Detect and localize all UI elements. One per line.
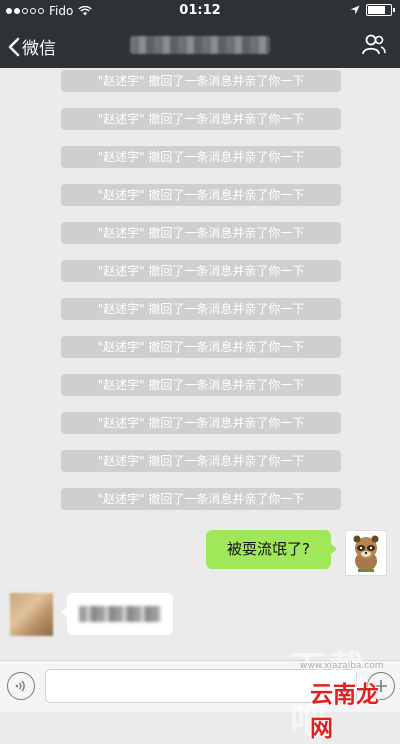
recall-notice: "赵述宇" 撤回了一条消息并亲了你一下 xyxy=(61,412,341,434)
chat-title xyxy=(130,36,270,54)
recall-notice: "赵述宇" 撤回了一条消息并亲了你一下 xyxy=(61,488,341,510)
chat-info-button[interactable] xyxy=(362,34,386,60)
outgoing-message-bubble[interactable]: 被耍流氓了? xyxy=(206,530,337,569)
voice-button[interactable] xyxy=(7,672,35,700)
recall-notice: "赵述宇" 撤回了一条消息并亲了你一下 xyxy=(61,70,341,92)
watermark-url: www.xiazaiba.com xyxy=(300,661,384,671)
people-icon xyxy=(362,34,386,55)
status-bar: Fido 01:12 xyxy=(0,0,400,22)
recall-notice: "赵述宇" 撤回了一条消息并亲了你一下 xyxy=(61,222,341,244)
recall-notice: "赵述宇" 撤回了一条消息并亲了你一下 xyxy=(61,146,341,168)
recall-notice: "赵述宇" 撤回了一条消息并亲了你一下 xyxy=(61,336,341,358)
recall-notice: "赵述宇" 撤回了一条消息并亲了你一下 xyxy=(61,374,341,396)
incoming-message-bubble[interactable] xyxy=(61,593,173,635)
raccoon-sticker-icon xyxy=(353,535,379,572)
recall-notice: "赵述宇" 撤回了一条消息并亲了你一下 xyxy=(61,260,341,282)
watermark-brand: 云南龙网 xyxy=(310,682,379,742)
back-label: 微信 xyxy=(22,39,56,59)
location-arrow-icon xyxy=(350,5,360,15)
recall-notice: "赵述宇" 撤回了一条消息并亲了你一下 xyxy=(61,450,341,472)
nav-bar: 微信 xyxy=(0,22,400,68)
voice-icon xyxy=(15,680,25,692)
chevron-left-icon xyxy=(8,37,20,56)
chat-area[interactable]: "赵述宇" 撤回了一条消息并亲了你一下 "赵述宇" 撤回了一条消息并亲了你一下 … xyxy=(0,68,400,658)
battery-icon xyxy=(366,4,395,16)
my-avatar[interactable] xyxy=(345,530,387,576)
back-button[interactable]: 微信 xyxy=(8,34,56,59)
pixelated-message-text xyxy=(79,606,161,622)
contact-avatar[interactable] xyxy=(10,593,53,636)
status-time: 01:12 xyxy=(179,3,221,18)
status-right xyxy=(350,4,395,16)
battery-level xyxy=(368,6,385,14)
recall-notice: "赵述宇" 撤回了一条消息并亲了你一下 xyxy=(61,108,341,130)
recall-notice: "赵述宇" 撤回了一条消息并亲了你一下 xyxy=(61,298,341,320)
recall-notice: "赵述宇" 撤回了一条消息并亲了你一下 xyxy=(61,184,341,206)
